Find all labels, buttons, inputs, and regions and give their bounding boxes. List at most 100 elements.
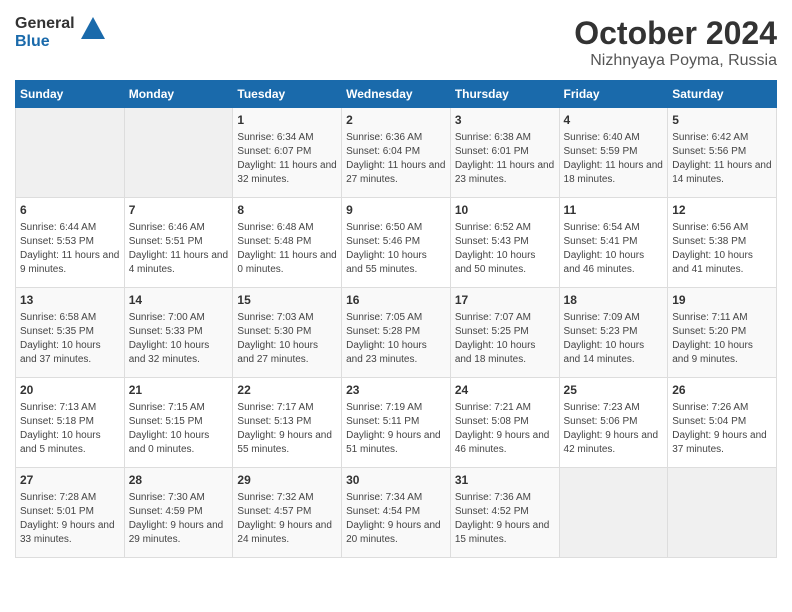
calendar-cell: 30 Sunrise: 7:34 AMSunset: 4:54 PMDayligh…	[342, 468, 451, 558]
day-info: Sunrise: 6:58 AMSunset: 5:35 PMDaylight:…	[20, 311, 120, 367]
calendar-cell: 17 Sunrise: 7:07 AMSunset: 5:25 PMDayligh…	[450, 288, 559, 378]
day-number: 23	[346, 382, 446, 399]
calendar-cell: 2Sunrise: 6:36 AMSunset: 6:04 PMDaylight…	[342, 108, 451, 198]
day-number: 6	[20, 202, 120, 219]
header-day-saturday: Saturday	[668, 81, 777, 108]
week-row-1: 1Sunrise: 6:34 AMSunset: 6:07 PMDaylight…	[16, 108, 777, 198]
calendar-cell: 14Sunrise: 7:00 AMSunset: 5:33 PMDayligh…	[124, 288, 233, 378]
week-row-2: 6 Sunrise: 6:44 AMSunset: 5:53 PMDaylight…	[16, 198, 777, 288]
calendar-cell: 27Sunrise: 7:28 AMSunset: 5:01 PMDayligh…	[16, 468, 125, 558]
calendar-cell: 19 Sunrise: 7:11 AMSunset: 5:20 PMDayligh…	[668, 288, 777, 378]
location-title: Nizhnyaya Poyma, Russia	[574, 52, 777, 70]
calendar-cell	[124, 108, 233, 198]
day-info: Sunrise: 6:46 AMSunset: 5:51 PMDaylight:…	[129, 221, 229, 277]
day-info: Sunrise: 7:07 AMSunset: 5:25 PMDaylight:…	[455, 311, 555, 367]
calendar-cell: 31 Sunrise: 7:36 AMSunset: 4:52 PMDayligh…	[450, 468, 559, 558]
day-number: 8	[237, 202, 337, 219]
calendar-cell: 15Sunrise: 7:03 AMSunset: 5:30 PMDayligh…	[233, 288, 342, 378]
calendar-cell: 10 Sunrise: 6:52 AMSunset: 5:43 PMDayligh…	[450, 198, 559, 288]
day-number: 18	[564, 292, 664, 309]
calendar-cell: 26 Sunrise: 7:26 AMSunset: 5:04 PMDayligh…	[668, 378, 777, 468]
week-row-4: 20 Sunrise: 7:13 AMSunset: 5:18 PMDayligh…	[16, 378, 777, 468]
day-number: 20	[20, 382, 120, 399]
day-info: Sunrise: 7:34 AMSunset: 4:54 PMDaylight:…	[346, 491, 446, 547]
day-info: Sunrise: 7:11 AMSunset: 5:20 PMDaylight:…	[672, 311, 772, 367]
day-info: Sunrise: 7:30 AMSunset: 4:59 PMDaylight:…	[129, 491, 229, 547]
calendar-body: 1Sunrise: 6:34 AMSunset: 6:07 PMDaylight…	[16, 108, 777, 558]
day-number: 11	[564, 202, 664, 219]
calendar-cell: 28 Sunrise: 7:30 AMSunset: 4:59 PMDayligh…	[124, 468, 233, 558]
header-day-thursday: Thursday	[450, 81, 559, 108]
logo-blue: Blue	[15, 33, 75, 51]
calendar-cell: 18 Sunrise: 7:09 AMSunset: 5:23 PMDayligh…	[559, 288, 668, 378]
day-info: Sunrise: 7:09 AMSunset: 5:23 PMDaylight:…	[564, 311, 664, 367]
calendar-cell	[668, 468, 777, 558]
day-info: Sunrise: 7:36 AMSunset: 4:52 PMDaylight:…	[455, 491, 555, 547]
day-info: Sunrise: 7:21 AMSunset: 5:08 PMDaylight:…	[455, 401, 555, 457]
day-info: Sunrise: 7:19 AMSunset: 5:11 PMDaylight:…	[346, 401, 446, 457]
day-number: 7	[129, 202, 229, 219]
day-number: 28	[129, 472, 229, 489]
calendar-cell: 22Sunrise: 7:17 AMSunset: 5:13 PMDayligh…	[233, 378, 342, 468]
day-number: 16	[346, 292, 446, 309]
day-info: Sunrise: 6:56 AMSunset: 5:38 PMDaylight:…	[672, 221, 772, 277]
month-title: October 2024	[574, 15, 777, 52]
header-day-wednesday: Wednesday	[342, 81, 451, 108]
calendar-cell: 16 Sunrise: 7:05 AMSunset: 5:28 PMDayligh…	[342, 288, 451, 378]
week-row-3: 13 Sunrise: 6:58 AMSunset: 5:35 PMDayligh…	[16, 288, 777, 378]
day-number: 19	[672, 292, 772, 309]
calendar-cell: 24 Sunrise: 7:21 AMSunset: 5:08 PMDayligh…	[450, 378, 559, 468]
calendar-cell: 29Sunrise: 7:32 AMSunset: 4:57 PMDayligh…	[233, 468, 342, 558]
week-row-5: 27Sunrise: 7:28 AMSunset: 5:01 PMDayligh…	[16, 468, 777, 558]
day-number: 9	[346, 202, 446, 219]
day-number: 17	[455, 292, 555, 309]
day-info: Sunrise: 6:48 AMSunset: 5:48 PMDaylight:…	[237, 221, 337, 277]
calendar-cell: 23 Sunrise: 7:19 AMSunset: 5:11 PMDayligh…	[342, 378, 451, 468]
day-number: 26	[672, 382, 772, 399]
day-info: Sunrise: 7:05 AMSunset: 5:28 PMDaylight:…	[346, 311, 446, 367]
calendar-table: SundayMondayTuesdayWednesdayThursdayFrid…	[15, 80, 777, 558]
page-header: General Blue October 2024 Nizhnyaya Poym…	[15, 15, 777, 70]
day-info: Sunrise: 7:03 AMSunset: 5:30 PMDaylight:…	[237, 311, 337, 367]
day-number: 30	[346, 472, 446, 489]
header-row: SundayMondayTuesdayWednesdayThursdayFrid…	[16, 81, 777, 108]
calendar-cell: 4Sunrise: 6:40 AMSunset: 5:59 PMDaylight…	[559, 108, 668, 198]
calendar-cell: 7 Sunrise: 6:46 AMSunset: 5:51 PMDaylight…	[124, 198, 233, 288]
calendar-cell: 12 Sunrise: 6:56 AMSunset: 5:38 PMDayligh…	[668, 198, 777, 288]
day-number: 24	[455, 382, 555, 399]
calendar-cell: 5Sunrise: 6:42 AMSunset: 5:56 PMDaylight…	[668, 108, 777, 198]
calendar-cell: 3 Sunrise: 6:38 AMSunset: 6:01 PMDaylight…	[450, 108, 559, 198]
day-info: Sunrise: 6:44 AMSunset: 5:53 PMDaylight:…	[20, 221, 120, 277]
day-info: Sunrise: 6:38 AMSunset: 6:01 PMDaylight:…	[455, 131, 555, 187]
header-day-monday: Monday	[124, 81, 233, 108]
day-number: 13	[20, 292, 120, 309]
calendar-header: SundayMondayTuesdayWednesdayThursdayFrid…	[16, 81, 777, 108]
day-number: 25	[564, 382, 664, 399]
day-info: Sunrise: 6:42 AMSunset: 5:56 PMDaylight:…	[672, 131, 772, 187]
day-number: 2	[346, 112, 446, 129]
day-number: 4	[564, 112, 664, 129]
calendar-cell: 9Sunrise: 6:50 AMSunset: 5:46 PMDaylight…	[342, 198, 451, 288]
day-info: Sunrise: 7:26 AMSunset: 5:04 PMDaylight:…	[672, 401, 772, 457]
logo: General Blue	[15, 15, 107, 50]
day-info: Sunrise: 7:00 AMSunset: 5:33 PMDaylight:…	[129, 311, 229, 367]
calendar-cell: 1Sunrise: 6:34 AMSunset: 6:07 PMDaylight…	[233, 108, 342, 198]
day-number: 12	[672, 202, 772, 219]
day-number: 10	[455, 202, 555, 219]
calendar-cell: 20 Sunrise: 7:13 AMSunset: 5:18 PMDayligh…	[16, 378, 125, 468]
header-day-sunday: Sunday	[16, 81, 125, 108]
day-info: Sunrise: 6:52 AMSunset: 5:43 PMDaylight:…	[455, 221, 555, 277]
day-info: Sunrise: 7:15 AMSunset: 5:15 PMDaylight:…	[129, 401, 229, 457]
day-number: 31	[455, 472, 555, 489]
day-info: Sunrise: 6:54 AMSunset: 5:41 PMDaylight:…	[564, 221, 664, 277]
calendar-cell: 11 Sunrise: 6:54 AMSunset: 5:41 PMDayligh…	[559, 198, 668, 288]
header-day-friday: Friday	[559, 81, 668, 108]
calendar-cell: 21Sunrise: 7:15 AMSunset: 5:15 PMDayligh…	[124, 378, 233, 468]
day-info: Sunrise: 6:34 AMSunset: 6:07 PMDaylight:…	[237, 131, 337, 187]
title-block: October 2024 Nizhnyaya Poyma, Russia	[574, 15, 777, 70]
day-number: 3	[455, 112, 555, 129]
calendar-cell: 25Sunrise: 7:23 AMSunset: 5:06 PMDayligh…	[559, 378, 668, 468]
day-info: Sunrise: 7:13 AMSunset: 5:18 PMDaylight:…	[20, 401, 120, 457]
calendar-cell	[16, 108, 125, 198]
header-day-tuesday: Tuesday	[233, 81, 342, 108]
